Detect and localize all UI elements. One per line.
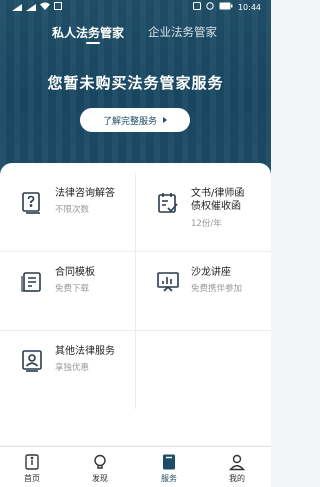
- service-subtitle: 免费携伴参加: [191, 284, 243, 294]
- grid-divider: [0, 251, 271, 252]
- active-tab-indicator: [86, 42, 100, 44]
- wifi-icon: [40, 2, 50, 12]
- person-badge-icon: [20, 349, 44, 373]
- service-title-line1: 文书/律师函: [191, 188, 245, 199]
- grid-divider: [135, 173, 136, 409]
- hero-banner: 10:44 私人法务管家 企业法务管家 您暂未购买法务管家服务 了解完整服务: [0, 0, 271, 180]
- nav-label: 服务: [161, 474, 177, 483]
- nav-home[interactable]: 首页: [12, 453, 52, 484]
- nav-services[interactable]: 服务: [149, 453, 189, 484]
- service-other-legal[interactable]: 其他法律服务 享独优惠: [0, 331, 135, 409]
- battery-icon: [219, 2, 233, 12]
- nfc-icon: [192, 2, 201, 12]
- service-contract-template[interactable]: 合同模板 免费下载: [0, 252, 135, 330]
- service-title: 文书/律师函 债权催收函: [191, 187, 244, 213]
- notification-icon: [54, 2, 62, 12]
- status-bar: 10:44: [0, 0, 271, 14]
- calendar-check-icon: [156, 191, 180, 215]
- service-title: 合同模板: [55, 267, 95, 278]
- services-panel: 法律咨询解答 不限次数 文书/律师函 债权催收函 12份/年 合同模板 免费下载…: [0, 163, 271, 445]
- presentation-chart-icon: [156, 270, 180, 294]
- service-legal-letter[interactable]: 文书/律师函 债权催收函 12份/年: [136, 173, 271, 251]
- service-title-line2: 债权催收函: [191, 201, 241, 212]
- nav-label: 首页: [24, 474, 40, 483]
- cell-signal-icon: [26, 3, 36, 11]
- hero-headline: 您暂未购买法务管家服务: [47, 74, 224, 92]
- service-subtitle: 免费下载: [55, 284, 90, 294]
- nav-label: 我的: [229, 474, 245, 483]
- bottom-navigation: 首页 发现 服务 我的: [0, 446, 271, 487]
- service-subtitle: 享独优惠: [55, 363, 90, 373]
- learn-more-button[interactable]: 了解完整服务: [80, 108, 190, 132]
- lightbulb-icon: [91, 453, 109, 471]
- nav-discover[interactable]: 发现: [80, 453, 120, 484]
- service-legal-consult[interactable]: 法律咨询解答 不限次数: [0, 173, 135, 251]
- status-time: 10:44: [237, 2, 261, 12]
- user-icon: [228, 453, 246, 471]
- service-title: 其他法律服务: [55, 346, 115, 357]
- home-icon: [23, 453, 41, 471]
- alarm-icon: [206, 2, 214, 12]
- service-title: 法律咨询解答: [55, 188, 115, 199]
- cell-signal-icon: [12, 3, 22, 11]
- play-arrow-icon: [163, 117, 167, 123]
- contract-document-icon: [20, 270, 44, 294]
- tab-bar: 私人法务管家 企业法务管家: [0, 22, 271, 46]
- nav-label: 发现: [92, 474, 108, 483]
- nav-profile[interactable]: 我的: [217, 453, 257, 484]
- grid-divider: [0, 330, 271, 331]
- service-title: 沙龙讲座: [191, 267, 231, 278]
- question-document-icon: [20, 191, 44, 215]
- learn-more-label: 了解完整服务: [102, 116, 157, 127]
- service-subtitle: 不限次数: [55, 205, 90, 215]
- service-subtitle: 12份/年: [191, 219, 222, 229]
- bookmark-icon: [160, 453, 178, 471]
- service-salon-lecture[interactable]: 沙龙讲座 免费携伴参加: [136, 252, 271, 330]
- tab-personal-legal[interactable]: 私人法务管家: [52, 24, 124, 41]
- tab-enterprise-legal[interactable]: 企业法务管家: [148, 24, 217, 40]
